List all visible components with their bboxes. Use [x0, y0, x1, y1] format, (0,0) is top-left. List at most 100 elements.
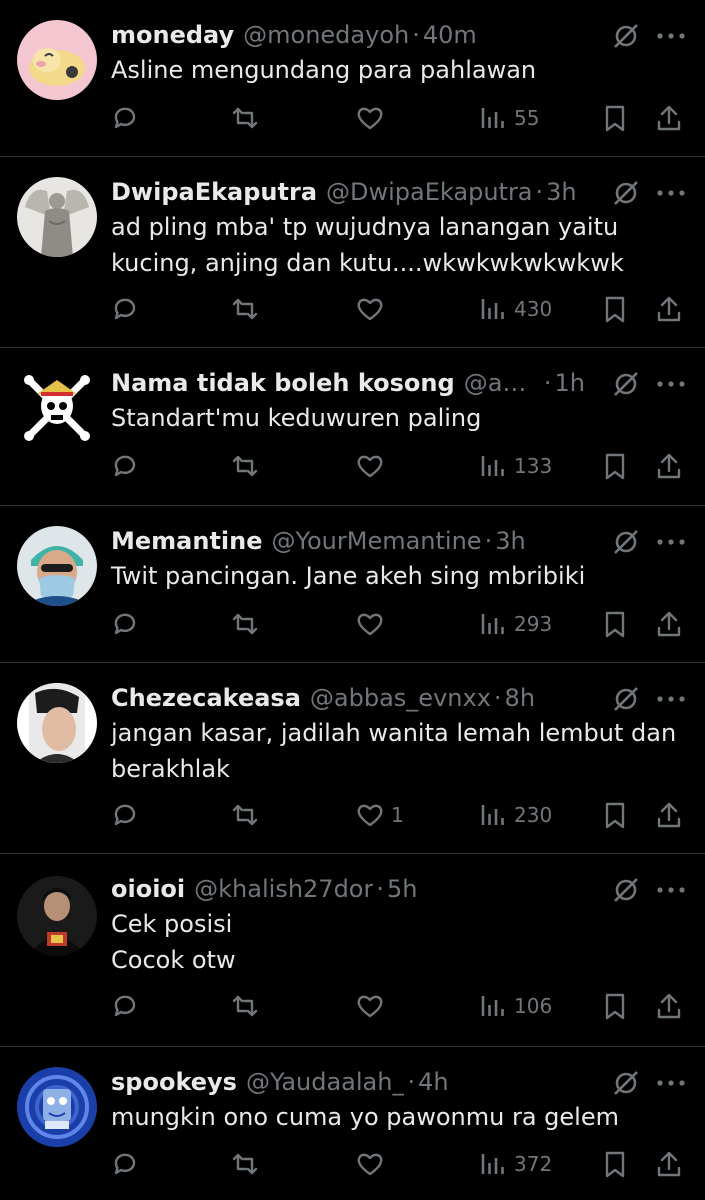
user-handle[interactable]: @abbas_evnxx — [310, 681, 491, 715]
more-icon[interactable] — [654, 528, 688, 556]
display-name[interactable]: spookeys — [111, 1065, 237, 1099]
display-name[interactable]: oioioi — [111, 872, 185, 906]
timestamp[interactable]: 3h — [495, 524, 525, 558]
display-name[interactable]: moneday — [111, 18, 234, 52]
views-button[interactable]: 133 — [478, 448, 552, 484]
avatar[interactable] — [17, 20, 97, 100]
mute-icon[interactable] — [612, 876, 640, 904]
share-icon — [657, 105, 681, 131]
timestamp[interactable]: 3h — [546, 175, 576, 209]
heart-icon — [357, 1153, 383, 1176]
tweet[interactable]: Memantine @YourMemantine · 3h Twit panci… — [0, 506, 705, 663]
reply-icon — [114, 298, 136, 320]
retweet-button[interactable] — [230, 606, 260, 642]
avatar[interactable] — [17, 683, 97, 763]
retweet-button[interactable] — [230, 291, 260, 327]
avatar[interactable] — [17, 876, 97, 956]
views-icon — [481, 614, 504, 634]
share-button[interactable] — [654, 797, 684, 833]
tweet[interactable]: moneday @monedayoh · 40m Asline mengunda… — [0, 0, 705, 157]
views-button[interactable]: 293 — [478, 606, 552, 642]
like-button[interactable] — [355, 988, 391, 1024]
timestamp[interactable]: 4h — [418, 1065, 448, 1099]
share-button[interactable] — [654, 988, 684, 1024]
reply-button[interactable] — [110, 606, 140, 642]
like-button[interactable] — [355, 448, 391, 484]
share-button[interactable] — [654, 606, 684, 642]
like-button[interactable] — [355, 606, 391, 642]
mute-icon[interactable] — [612, 528, 640, 556]
user-handle[interactable]: @DwipaEkaputra — [326, 175, 533, 209]
retweet-button[interactable] — [230, 448, 260, 484]
avatar[interactable] — [17, 1067, 97, 1147]
bookmark-button[interactable] — [600, 988, 630, 1024]
more-icon[interactable] — [654, 685, 688, 713]
tweet[interactable]: Nama tidak boleh kosong @andri... · 1h S… — [0, 348, 705, 506]
user-handle[interactable]: @khalish27dor — [194, 872, 373, 906]
reply-button[interactable] — [110, 291, 140, 327]
retweet-button[interactable] — [230, 1146, 260, 1182]
display-name[interactable]: Nama tidak boleh kosong — [111, 366, 455, 400]
retweet-button[interactable] — [230, 797, 260, 833]
more-icon[interactable] — [654, 370, 688, 398]
reply-icon — [114, 1153, 136, 1175]
timestamp[interactable]: 1h — [555, 366, 585, 400]
separator: · — [543, 369, 552, 397]
views-button[interactable]: 106 — [478, 988, 552, 1024]
tweet[interactable]: spookeys @Yaudaalah_ · 4h mungkin ono cu… — [0, 1047, 705, 1200]
reply-button[interactable] — [110, 797, 140, 833]
share-button[interactable] — [654, 100, 684, 136]
mute-icon[interactable] — [612, 370, 640, 398]
like-button[interactable] — [355, 100, 391, 136]
more-icon[interactable] — [654, 1069, 688, 1097]
tweet[interactable]: DwipaEkaputra @DwipaEkaputra · 3h ad pli… — [0, 157, 705, 348]
timestamp[interactable]: 8h — [505, 681, 535, 715]
views-button[interactable]: 55 — [478, 100, 539, 136]
display-name[interactable]: DwipaEkaputra — [111, 175, 317, 209]
reply-button[interactable] — [110, 100, 140, 136]
mute-icon[interactable] — [612, 179, 640, 207]
share-button[interactable] — [654, 448, 684, 484]
user-handle[interactable]: @andri... — [464, 366, 541, 400]
user-handle[interactable]: @YourMemantine — [272, 524, 482, 558]
timestamp[interactable]: 5h — [387, 872, 417, 906]
share-button[interactable] — [654, 1146, 684, 1182]
more-icon[interactable] — [654, 179, 688, 207]
mute-icon[interactable] — [612, 685, 640, 713]
timestamp[interactable]: 40m — [423, 18, 477, 52]
avatar[interactable] — [17, 177, 97, 257]
display-name[interactable]: Chezecakeasa — [111, 681, 301, 715]
mute-icon[interactable] — [612, 1069, 640, 1097]
views-button[interactable]: 372 — [478, 1146, 552, 1182]
bookmark-button[interactable] — [600, 448, 630, 484]
user-handle[interactable]: @monedayoh — [243, 18, 409, 52]
like-button[interactable]: 1 — [355, 797, 404, 833]
retweet-button[interactable] — [230, 100, 260, 136]
reply-button[interactable] — [110, 1146, 140, 1182]
bookmark-button[interactable] — [600, 100, 630, 136]
tweet[interactable]: Chezecakeasa @abbas_evnxx · 8h jangan ka… — [0, 663, 705, 854]
avatar[interactable] — [17, 368, 97, 448]
like-button[interactable] — [355, 1146, 391, 1182]
share-button[interactable] — [654, 291, 684, 327]
views-button[interactable]: 430 — [478, 291, 552, 327]
more-icon[interactable] — [654, 22, 688, 50]
reply-button[interactable] — [110, 988, 140, 1024]
more-icon[interactable] — [654, 876, 688, 904]
bookmark-button[interactable] — [600, 797, 630, 833]
bookmark-icon — [605, 296, 625, 323]
views-button[interactable]: 230 — [478, 797, 552, 833]
retweet-button[interactable] — [230, 988, 260, 1024]
user-handle[interactable]: @Yaudaalah_ — [246, 1065, 405, 1099]
avatar[interactable] — [17, 526, 97, 606]
tweet-actions: 1 230 — [0, 797, 705, 833]
like-button[interactable] — [355, 291, 391, 327]
bookmark-button[interactable] — [600, 1146, 630, 1182]
tweet[interactable]: oioioi @khalish27dor · 5h Cek posisi Coc… — [0, 854, 705, 1047]
bookmark-button[interactable] — [600, 606, 630, 642]
retweet-icon — [232, 613, 258, 635]
reply-button[interactable] — [110, 448, 140, 484]
mute-icon[interactable] — [612, 22, 640, 50]
bookmark-button[interactable] — [600, 291, 630, 327]
display-name[interactable]: Memantine — [111, 524, 263, 558]
